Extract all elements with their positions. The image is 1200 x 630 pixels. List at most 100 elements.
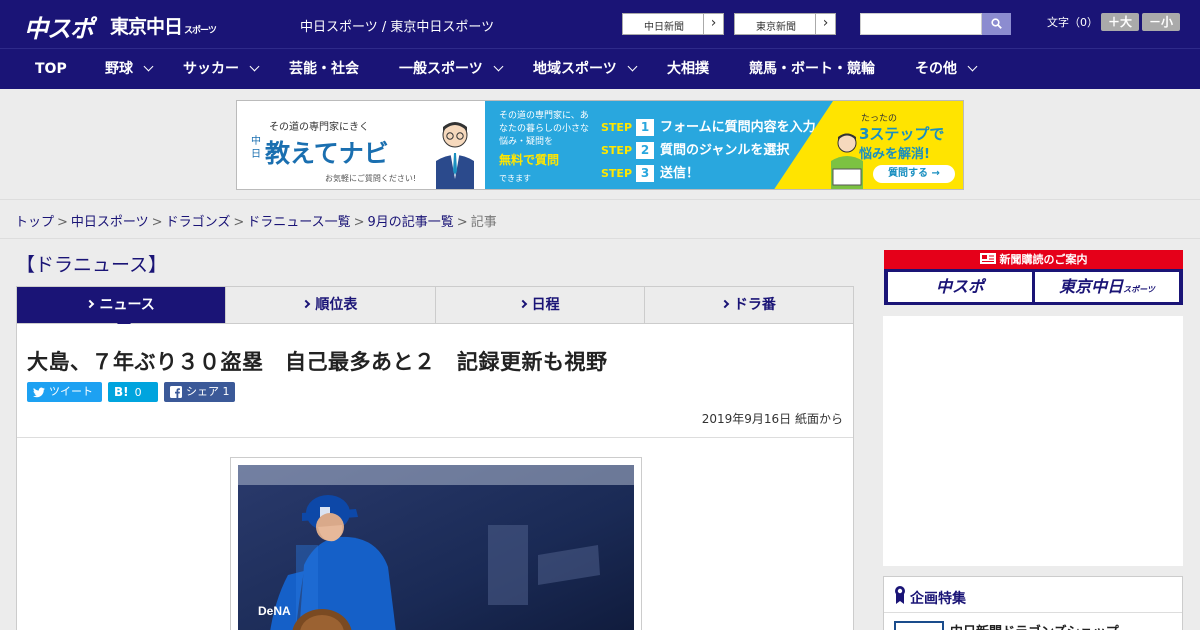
breadcrumb-news-list[interactable]: ドラニュース一覧 (247, 215, 350, 230)
chevron-down-icon (627, 61, 638, 72)
tab-label: 日程 (531, 297, 560, 313)
tab-label: ドラ番 (733, 297, 776, 313)
chunichi-shimbun-label: 中日新聞 (644, 22, 684, 33)
tab-dora-ban[interactable]: ドラ番 (643, 287, 853, 323)
section-tabs: ニュース 順位表 日程 ドラ番 (16, 286, 854, 331)
feature-title: 企画特集 (910, 591, 966, 607)
nav-item-label: 一般スポーツ (399, 61, 483, 77)
step-label: STEP (601, 167, 633, 180)
nav-item-local-sports[interactable]: 地域スポーツ (533, 49, 638, 90)
section-title: 【ドラニュース】 (16, 254, 168, 276)
banner-prefix: 中日 (251, 136, 261, 160)
nav-item-top[interactable]: TOP (35, 49, 67, 90)
nav-item-label: 大相撲 (667, 61, 709, 77)
banner-description: その道の専門家に、あなたの暮らしの小さな悩み・疑問を (499, 111, 590, 147)
subscribe-tokyo-main: 東京中日 (1059, 277, 1124, 296)
search-button[interactable] (982, 13, 1011, 35)
tweet-label: ツイート (49, 385, 93, 398)
font-bigger-button[interactable]: ＋大 (1101, 13, 1139, 31)
nav-item-sumo[interactable]: 大相撲 (667, 49, 709, 90)
subscribe-tokyo-small: スポーツ (1123, 285, 1155, 294)
banner-tagline: その道の専門家にきく (269, 122, 369, 133)
breadcrumb-top[interactable]: トップ (15, 215, 54, 230)
chevron-right-icon (720, 299, 730, 309)
facebook-share-button[interactable]: シェア 1 (164, 382, 235, 402)
banner-three-steps: 3ステップで (859, 125, 945, 143)
subscription-box: 新聞購読のご案内 中スポ 東京中日スポーツ (884, 250, 1183, 305)
site-header: 中スポ 東京中日 スポーツ 中日スポーツ / 東京中日スポーツ 中日新聞 › 東京… (0, 0, 1200, 48)
tokyo-shimbun-button[interactable]: 東京新聞 › (734, 13, 836, 35)
oshiete-navi-banner[interactable]: その道の専門家にきく 中日 教えてナビ お気軽にご質問ください! その道の専門家… (236, 100, 964, 190)
nav-item-keiba[interactable]: 競馬・ボート・競輪 (749, 49, 875, 90)
newspaper-icon (979, 253, 996, 264)
search-input[interactable] (860, 13, 982, 35)
breadcrumb-september-list[interactable]: 9月の記事一覧 (368, 215, 454, 230)
chuspo-logo[interactable]: 中スポ (24, 9, 94, 44)
publish-date: 2019年9月16日 紙面から (701, 412, 843, 426)
twitter-icon (33, 387, 45, 398)
banner-solve: 悩みを解消! (859, 147, 930, 162)
tab-label: 順位表 (315, 297, 358, 313)
chunichi-shimbun-button[interactable]: 中日新聞 › (622, 13, 724, 35)
nav-item-label: TOP (35, 61, 67, 77)
nav-item-soccer[interactable]: サッカー (183, 49, 260, 90)
expert-person-icon (436, 122, 474, 189)
ribbon-icon (895, 586, 905, 604)
subscription-heading: 新聞購読のご案内 (884, 250, 1183, 269)
tokyo-chunichi-logo[interactable]: 東京中日 スポーツ (110, 12, 217, 39)
chevron-right-icon (302, 299, 311, 309)
breadcrumb-current: 記事 (470, 215, 497, 230)
banner-step: STEP 1 フォームに質問内容を入力 (601, 116, 816, 136)
step-label: STEP (601, 121, 633, 134)
banner-step: STEP 3 送信！ (601, 162, 699, 182)
chevron-right-icon: › (703, 14, 723, 34)
breadcrumb-separator: > (353, 215, 365, 230)
tweet-button[interactable]: ツイート (27, 382, 102, 402)
facebook-icon (170, 386, 182, 398)
nav-item-entertainment[interactable]: 芸能・社会 (289, 49, 359, 90)
step-number: 1 (636, 119, 655, 136)
article-photo-frame: DeNA (230, 457, 642, 630)
article: 大島、７年ぶり３０盗塁 自己最多あと２ 記録更新も視野 ツイート B! 0 シェア… (16, 324, 854, 630)
subscribe-chuspo-button[interactable]: 中スポ (888, 272, 1032, 302)
tokyo-logo-small: スポーツ (184, 26, 217, 36)
tokyo-logo-main: 東京中日 (110, 16, 183, 38)
tokyo-shimbun-label: 東京新聞 (756, 22, 796, 33)
user-with-laptop-icon (831, 133, 863, 189)
tab-schedule[interactable]: 日程 (434, 287, 644, 323)
breadcrumb-dragons[interactable]: ドラゴンズ (166, 215, 231, 230)
nav-item-label: サッカー (183, 61, 239, 77)
breadcrumb-chunichi-sports[interactable]: 中日スポーツ (71, 215, 149, 230)
tab-label: ニュース (99, 297, 155, 313)
article-photo[interactable]: DeNA (238, 465, 634, 630)
nav-item-other[interactable]: その他 (915, 49, 978, 90)
banner-step: STEP 2 質問のジャンルを選択 (601, 139, 789, 159)
font-size-label: 文字（0） (1047, 16, 1098, 29)
svg-text:DeNA: DeNA (258, 604, 291, 618)
feature-item-dragons-shop[interactable]: 中日新聞ドラゴンズショップ (950, 621, 1119, 630)
banner-ask-button[interactable]: 質問する → (873, 165, 955, 183)
feature-header: 企画特集 (884, 577, 1182, 613)
nav-item-general-sports[interactable]: 一般スポーツ (399, 49, 504, 90)
sidebar-ad[interactable] (883, 316, 1183, 566)
breadcrumb: トップ > 中日スポーツ > ドラゴンズ > ドラニュース一覧 >9月の記事一覧 > 記事 (0, 201, 1200, 239)
banner-can-do: できます (499, 174, 531, 183)
subscribe-tokyo-chunichi-button[interactable]: 東京中日スポーツ (1035, 272, 1179, 302)
step-text: フォームに質問内容を入力 (660, 120, 816, 135)
chevron-down-icon (249, 61, 260, 72)
step-text: 送信！ (660, 166, 700, 181)
hatena-bookmark-button[interactable]: B! 0 (108, 382, 158, 402)
step-label: STEP (601, 144, 633, 157)
banner-invite: お気軽にご質問ください! (325, 174, 417, 183)
feature-thumbnail[interactable] (894, 621, 944, 630)
breadcrumb-separator: > (233, 215, 245, 230)
tab-news[interactable]: ニュース (17, 287, 226, 331)
site-title[interactable]: 中日スポーツ / 東京中日スポーツ (300, 16, 494, 35)
chevron-right-icon (86, 299, 95, 309)
nav-item-baseball[interactable]: 野球 (105, 49, 154, 90)
tab-standings[interactable]: 順位表 (225, 287, 434, 323)
breadcrumb-separator: > (456, 215, 468, 230)
banner-logo-text: 教えてナビ (265, 139, 389, 168)
font-smaller-button[interactable]: －小 (1142, 13, 1180, 31)
chevron-down-icon (493, 61, 504, 72)
